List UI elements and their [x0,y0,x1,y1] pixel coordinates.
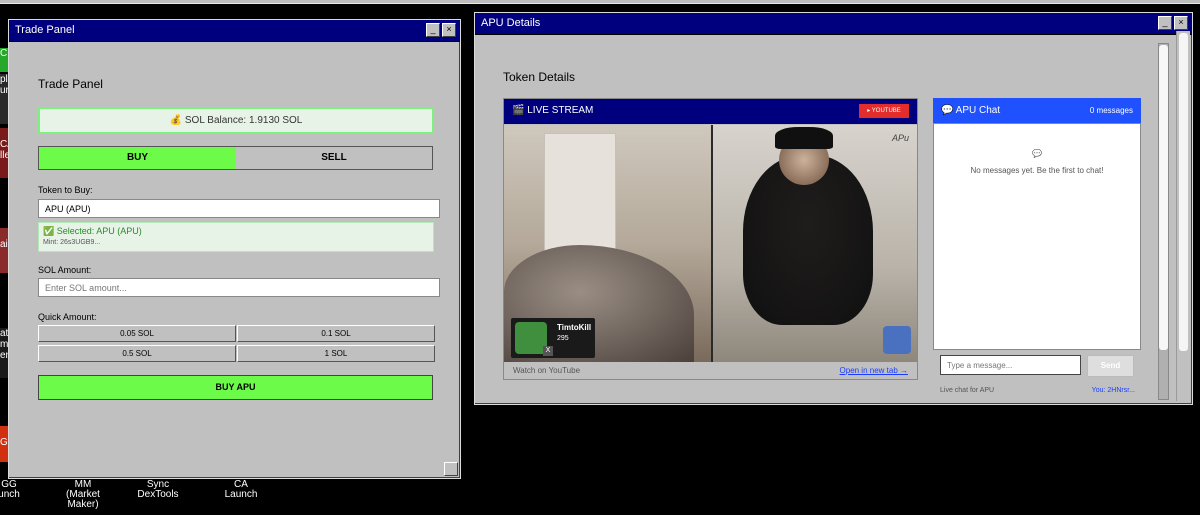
resize-handle[interactable] [444,462,458,476]
quick-amount-label: Quick Amount: [38,312,97,322]
streamer-count: 295 [557,335,569,342]
top-border-highlight [0,3,1200,4]
close-button[interactable]: × [442,23,456,37]
quick-amount-0-5[interactable]: 0.5 SOL [38,345,236,362]
video-player[interactable]: TimtoKill 295 X APu [504,125,917,362]
open-in-new-tab-link[interactable]: Open in new tab → [840,366,908,375]
stream-header: 🎬 LIVE STREAM ▸ YOUTUBE [504,99,917,124]
live-stream-panel: 🎬 LIVE STREAM ▸ YOUTUBE TimtoKill 295 X … [503,98,918,380]
stream-footer: Watch on YouTube Open in new tab → [504,362,917,379]
minimize-button[interactable]: _ [426,23,440,37]
video-left-camera: TimtoKill 295 X [504,125,711,362]
window-title: APU Details [481,17,541,29]
token-input[interactable]: APU (APU) [38,199,440,218]
watch-on-youtube: Watch on YouTube [513,366,581,375]
sol-balance-display: 💰 SOL Balance: 1.9130 SOL [38,107,434,134]
sol-amount-input[interactable]: Enter SOL amount... [38,278,440,297]
quick-amount-0-05[interactable]: 0.05 SOL [38,325,236,342]
chat-message-input[interactable]: Type a message... [940,355,1081,375]
chat-panel: 💬 APU Chat 0 messages 💬 No messages yet.… [933,98,1141,396]
apu-details-window: APU Details _ × Token Details 🎬 LIVE STR… [474,12,1193,405]
scrollbar-thumb[interactable] [1159,45,1168,350]
frog-sticker-icon [883,326,911,354]
buy-tab[interactable]: BUY [39,147,236,169]
chat-header: 💬 APU Chat 0 messages [933,98,1141,123]
chat-title: 💬 APU Chat [941,105,1001,116]
close-button[interactable]: × [1174,16,1188,30]
selected-token-text: ✅ Selected: APU (APU) [43,226,142,236]
message-count: 0 messages [1089,106,1133,115]
trade-panel-window: Trade Panel _ × Trade Panel 💰 SOL Balanc… [8,19,461,479]
stream-title: 🎬 LIVE STREAM [512,105,594,116]
youtube-button[interactable]: ▸ YOUTUBE [859,104,909,118]
buy-sell-toggle: BUY SELL [38,146,433,170]
page-title: Trade Panel [38,77,103,91]
launcher-gg-launch[interactable]: GG unch [0,480,22,500]
sol-amount-label: SOL Amount: [38,265,92,275]
launcher-sync-dextools[interactable]: Sync DexTools [133,480,183,500]
window-scrollbar[interactable] [1176,31,1190,401]
launcher-mm-market-maker[interactable]: MM (Market Maker) [58,480,108,510]
chat-bubble-icon: 💬 [1032,149,1042,158]
token-label: Token to Buy: [38,185,93,195]
quick-amount-0-1[interactable]: 0.1 SOL [237,325,435,342]
launcher-ca-launch[interactable]: CA Launch [215,480,267,500]
quick-amount-1[interactable]: 1 SOL [237,345,435,362]
mint-address: Mint: 26s3UGB9... [43,239,101,246]
window-title: Trade Panel [15,24,75,36]
apu-logo: APu [891,133,909,143]
trade-panel-titlebar[interactable]: Trade Panel _ × [9,20,460,42]
apu-details-titlebar[interactable]: APU Details _ × [475,13,1192,35]
streamer-name: TimtoKill [557,323,592,332]
scrollbar-thumb[interactable] [1179,33,1188,351]
minimize-button[interactable]: _ [1158,16,1172,30]
inner-scrollbar[interactable] [1158,43,1169,400]
selected-token-box: ✅ Selected: APU (APU) Mint: 26s3UGB9... [38,222,434,252]
streamer-card: TimtoKill 295 X [511,318,595,358]
chat-user-link[interactable]: You: 2HNrsr... [1092,387,1135,394]
chat-messages-area: 💬 No messages yet. Be the first to chat! [933,123,1141,350]
page-title: Token Details [503,70,576,84]
video-right-camera: APu [713,125,917,362]
x-logo-icon: X [543,346,553,356]
cap-image [775,127,833,149]
chat-footer-label: Live chat for APU [940,387,995,394]
buy-apu-button[interactable]: BUY APU [38,375,433,400]
empty-chat-message: No messages yet. Be the first to chat! [970,166,1104,175]
send-button[interactable]: Send [1087,355,1134,377]
sell-tab[interactable]: SELL [236,147,432,169]
